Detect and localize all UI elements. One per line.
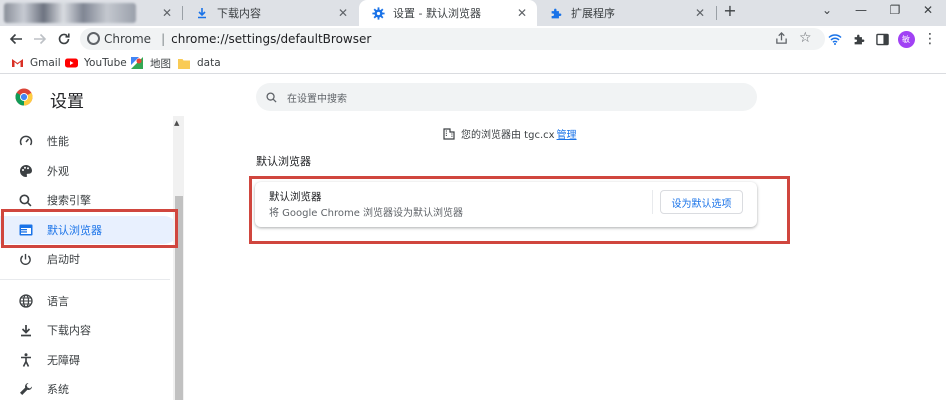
toolbar: Chrome | chrome://settings/defaultBrowse… [0, 26, 946, 52]
share-icon[interactable] [775, 32, 788, 48]
blurred-favicon [4, 3, 136, 23]
puzzle-icon [549, 6, 563, 20]
wrench-icon [18, 382, 33, 396]
download-icon [18, 323, 33, 337]
maps-icon [130, 57, 144, 69]
building-icon [443, 127, 455, 140]
tab-3[interactable]: 设置 - 默认浏览器 ✕ [359, 0, 537, 26]
bookmarks-bar: Gmail YouTube 地图 data [0, 52, 946, 74]
url-text: chrome://settings/defaultBrowser [171, 32, 372, 46]
maximize-button[interactable]: ❐ [885, 3, 905, 17]
power-icon [18, 252, 33, 266]
sidebar-item-label: 系统 [47, 383, 69, 396]
tab-search-icon[interactable]: ⌄ [817, 3, 837, 17]
page-title: 设置 [50, 92, 84, 112]
speedometer-icon [18, 134, 33, 148]
bookmark-label: YouTube [84, 57, 127, 69]
avatar[interactable]: 敏 [897, 30, 915, 48]
sidebar-item-label: 外观 [47, 165, 69, 178]
site-chip: Chrome [104, 32, 152, 46]
close-icon[interactable]: ✕ [515, 6, 529, 20]
bookmark-label: Gmail [30, 57, 61, 69]
address-bar[interactable]: Chrome | chrome://settings/defaultBrowse… [80, 28, 825, 50]
search-icon [18, 193, 33, 207]
bookmark-data[interactable]: data [177, 55, 221, 71]
settings-search-input[interactable]: 在设置中搜索 [256, 83, 757, 111]
section-title: 默认浏览器 [256, 155, 311, 168]
bookmark-youtube[interactable]: YouTube [64, 55, 127, 71]
url-divider: | [161, 32, 166, 46]
menu-icon[interactable]: ⋮ [921, 30, 939, 48]
back-button[interactable] [6, 29, 26, 49]
chrome-icon [87, 32, 100, 45]
tab-strip: ✕ 下载内容 ✕ 设置 - 默认浏览器 ✕ 扩展程序 ✕ + ⌄ — ❐ ✕ [0, 0, 946, 26]
globe-icon [18, 294, 33, 308]
gear-icon [371, 6, 385, 20]
reload-button[interactable] [54, 29, 74, 49]
close-window-button[interactable]: ✕ [918, 3, 938, 17]
tab-1[interactable]: ✕ [0, 0, 182, 26]
tab-separator [716, 6, 717, 20]
sidebar-item-label: 搜索引擎 [47, 194, 91, 207]
sidebar-item-appearance[interactable]: 外观 [0, 157, 178, 185]
sidebar-item-languages[interactable]: 语言 [0, 287, 178, 315]
bookmark-star-icon[interactable]: ☆ [799, 30, 812, 46]
managed-text: 您的浏览器由 tgc.cx [461, 130, 555, 141]
highlight-box [1, 209, 178, 248]
sidebar-item-label: 语言 [47, 295, 69, 308]
accessibility-icon [18, 353, 33, 367]
sidebar-item-label: 性能 [47, 135, 69, 148]
forward-button[interactable] [30, 29, 50, 49]
sidebar-item-label: 下载内容 [47, 324, 91, 337]
close-icon[interactable]: ✕ [693, 6, 707, 20]
sidebar-item-downloads[interactable]: 下载内容 [0, 316, 178, 344]
wifi-icon[interactable] [826, 30, 844, 48]
bookmark-label: data [197, 57, 221, 69]
youtube-icon [64, 57, 78, 69]
new-tab-button[interactable]: + [720, 1, 740, 20]
minimize-button[interactable]: — [851, 3, 871, 17]
bookmark-label: 地图 [150, 57, 171, 70]
folder-icon [177, 57, 191, 69]
sidebar-item-system[interactable]: 系统 [0, 375, 178, 403]
palette-icon [18, 164, 33, 178]
sidebar-item-label: 启动时 [47, 253, 80, 266]
managed-link[interactable]: 管理 [557, 126, 577, 141]
side-panel-icon[interactable] [873, 30, 891, 48]
download-icon [195, 6, 209, 20]
tab-title: 下载内容 [217, 7, 261, 20]
search-placeholder: 在设置中搜索 [287, 93, 347, 105]
tab-title: 扩展程序 [571, 7, 615, 20]
gmail-icon [10, 57, 24, 69]
search-icon [266, 91, 277, 103]
bookmark-gmail[interactable]: Gmail [10, 55, 61, 71]
extensions-icon[interactable] [850, 30, 868, 48]
tab-4[interactable]: 扩展程序 ✕ [537, 0, 715, 26]
chrome-logo-icon [15, 88, 33, 106]
tab-2[interactable]: 下载内容 ✕ [183, 0, 358, 26]
close-icon[interactable]: ✕ [160, 6, 174, 20]
bookmark-maps[interactable]: 地图 [130, 55, 171, 71]
close-icon[interactable]: ✕ [336, 6, 350, 20]
sidebar-item-performance[interactable]: 性能 [0, 127, 178, 155]
scroll-up-arrow-icon[interactable]: ▲ [174, 119, 179, 127]
sidebar-item-label: 无障碍 [47, 354, 80, 367]
sidebar-divider [0, 279, 170, 280]
highlight-box [249, 176, 790, 244]
sidebar-item-accessibility[interactable]: 无障碍 [0, 346, 178, 374]
managed-notice: 您的浏览器由 tgc.cx 管理 [443, 126, 577, 141]
tab-title: 设置 - 默认浏览器 [393, 7, 481, 20]
profile-initial: 敏 [897, 30, 915, 48]
sidebar-item-on-startup[interactable]: 启动时 [0, 245, 178, 273]
